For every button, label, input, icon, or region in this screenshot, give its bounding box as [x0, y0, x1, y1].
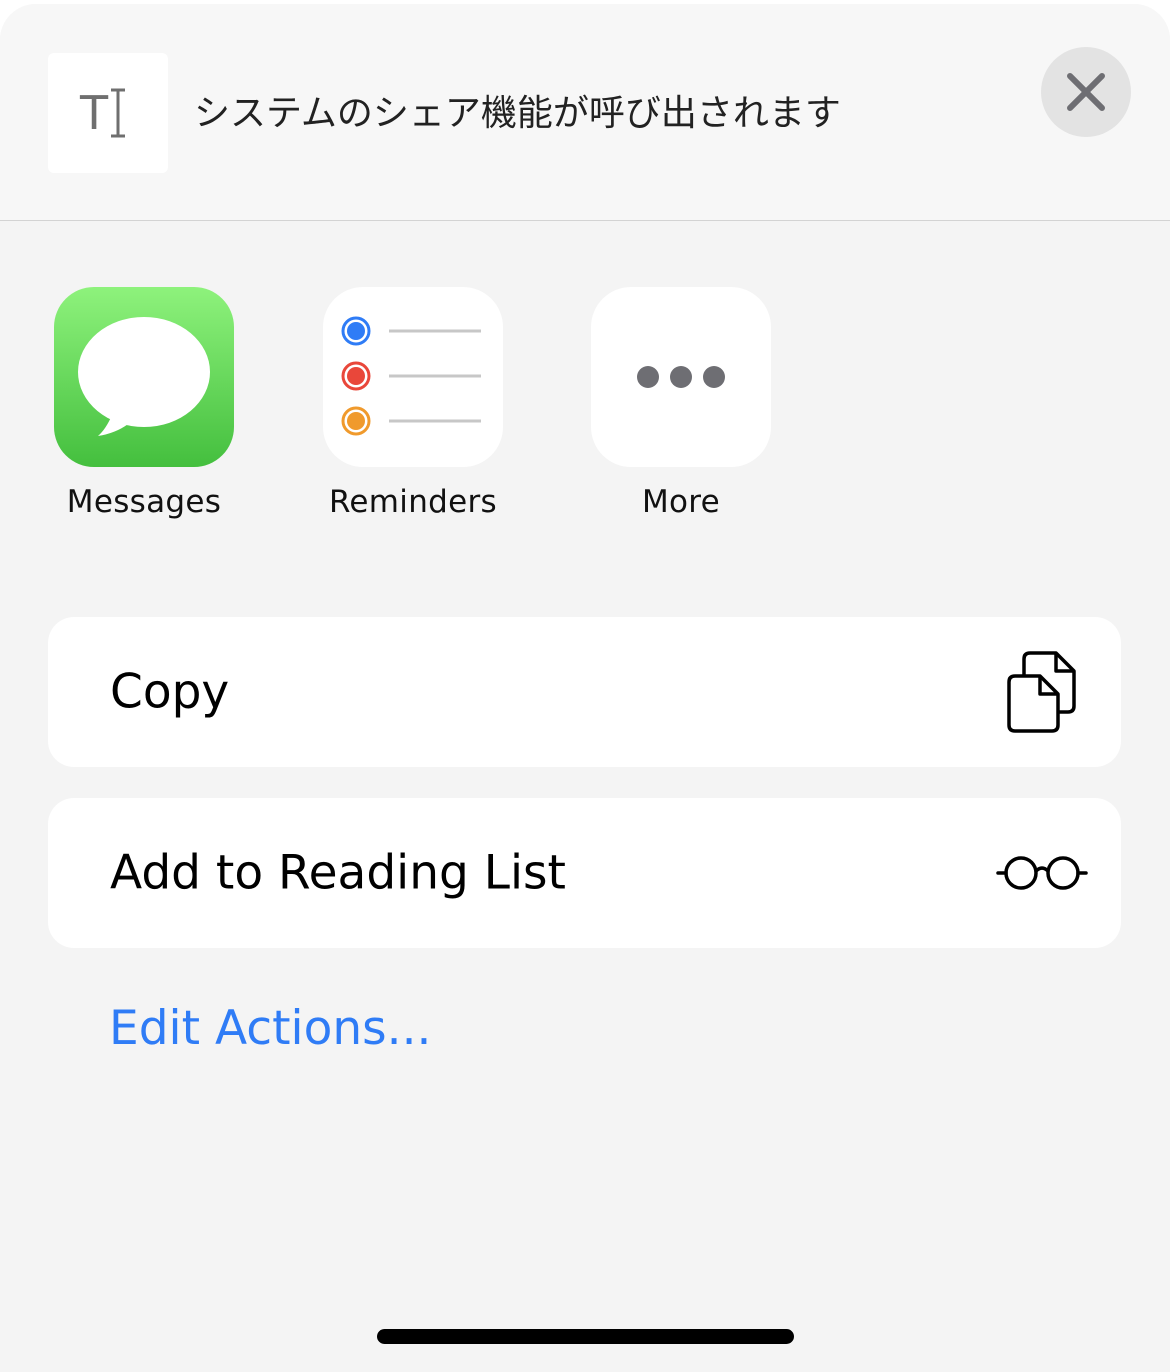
more-icon	[591, 287, 771, 467]
action-label: Copy	[110, 664, 230, 720]
app-label: More	[641, 484, 721, 520]
close-button[interactable]	[1041, 47, 1131, 137]
reading-glasses-icon	[996, 856, 1088, 890]
preview-title: システムのシェア機能が呼び出されます	[194, 93, 841, 134]
copy-action[interactable]: Copy	[48, 617, 1121, 767]
action-label: Add to Reading List	[110, 845, 566, 901]
close-icon	[1067, 73, 1105, 111]
app-reminders[interactable]: Reminders	[313, 287, 513, 521]
text-cursor-icon: T	[79, 86, 125, 140]
app-label: Messages	[66, 484, 222, 520]
messages-app-icon	[54, 287, 234, 467]
svg-text:T: T	[79, 86, 109, 140]
reminders-app-icon	[323, 287, 503, 467]
share-apps-row: Messages Reminders More	[0, 287, 1170, 547]
app-messages[interactable]: Messages	[44, 287, 244, 521]
preview-thumbnail: T	[48, 53, 168, 173]
app-more[interactable]: More	[581, 287, 781, 521]
share-header: T システムのシェア機能が呼び出されます	[0, 4, 1170, 221]
home-indicator[interactable]	[377, 1329, 794, 1344]
edit-actions-link[interactable]: Edit Actions...	[109, 1001, 431, 1056]
add-to-reading-list-action[interactable]: Add to Reading List	[48, 798, 1121, 948]
share-sheet: T システムのシェア機能が呼び出されます Messages Reminders …	[0, 4, 1170, 1372]
copy-icon	[1007, 651, 1076, 733]
app-label: Reminders	[328, 484, 498, 520]
